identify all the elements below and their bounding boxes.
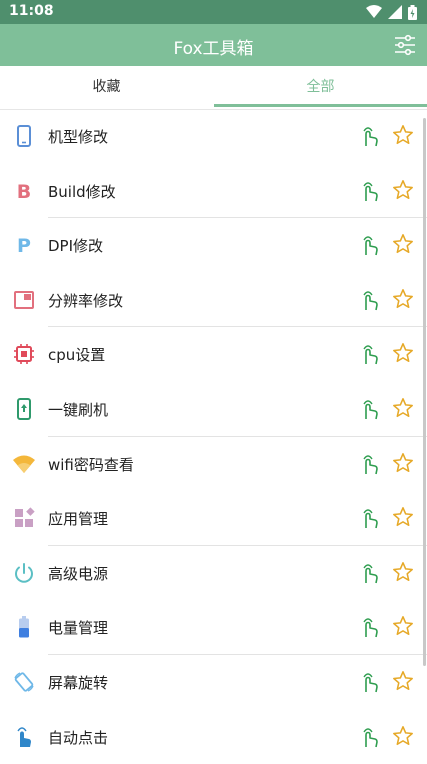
hand-tap-icon[interactable]: [359, 124, 381, 148]
status-icons: [366, 4, 417, 20]
star-icon[interactable]: [392, 670, 414, 692]
hand-tap-icon[interactable]: [359, 342, 381, 366]
list-item[interactable]: 屏幕旋转: [0, 655, 427, 710]
hand-tap-icon[interactable]: [359, 397, 381, 421]
letter-p-icon: P: [17, 235, 31, 257]
list-item[interactable]: 分辨率修改: [0, 273, 427, 328]
cell-signal-icon: [388, 5, 402, 19]
list-item[interactable]: 一键刷机: [0, 382, 427, 437]
star-icon[interactable]: [392, 452, 414, 474]
apps-icon: [15, 507, 35, 528]
letter-b-icon: B: [17, 181, 31, 203]
tab-all[interactable]: 全部: [214, 66, 427, 109]
auto-click-icon: [17, 726, 31, 747]
star-icon[interactable]: [392, 397, 414, 419]
battery-icon: [19, 616, 29, 638]
scrollbar[interactable]: [423, 118, 426, 666]
rotate-screen-icon: [14, 672, 34, 692]
hand-tap-icon[interactable]: [359, 233, 381, 257]
wifi-icon: [13, 455, 35, 473]
list-item-label: cpu设置: [48, 346, 106, 365]
hand-tap-icon[interactable]: [359, 670, 381, 694]
list-item[interactable]: 应用管理: [0, 491, 427, 546]
list-item-label: wifi密码查看: [48, 455, 134, 474]
list-item[interactable]: wifi密码查看: [0, 437, 427, 492]
svg-text:P: P: [17, 235, 31, 257]
battery-status-icon: [408, 4, 417, 20]
list-item-label: DPI修改: [48, 237, 104, 256]
tab-favorites[interactable]: 收藏: [0, 66, 213, 109]
hand-tap-icon[interactable]: [359, 615, 381, 639]
settings-sliders-icon[interactable]: [393, 33, 417, 57]
status-bar: 11:08: [0, 0, 427, 24]
wifi-signal-icon: [366, 5, 382, 18]
list-item-label: Build修改: [48, 182, 116, 201]
resolution-icon: [14, 290, 34, 309]
star-icon[interactable]: [392, 342, 414, 364]
hand-tap-icon[interactable]: [359, 452, 381, 476]
list-item[interactable]: cpu设置: [0, 327, 427, 382]
list-item[interactable]: 电量管理: [0, 600, 427, 655]
list-item[interactable]: 机型修改: [0, 109, 427, 164]
list-item[interactable]: 自动点击: [0, 710, 427, 764]
star-icon[interactable]: [392, 233, 414, 255]
power-icon: [15, 562, 33, 583]
hand-tap-icon[interactable]: [359, 288, 381, 312]
list-item-label: 自动点击: [48, 728, 109, 747]
hand-tap-icon[interactable]: [359, 561, 381, 585]
tab-indicator: [214, 104, 427, 107]
hand-tap-icon[interactable]: [359, 506, 381, 530]
list-item-label: 应用管理: [48, 510, 109, 529]
app-title: Fox工具箱: [173, 39, 254, 59]
hand-tap-icon[interactable]: [359, 179, 381, 203]
app-bar: Fox工具箱: [0, 24, 427, 66]
list-item[interactable]: 高级电源: [0, 546, 427, 601]
star-icon[interactable]: [392, 124, 414, 146]
svg-text:B: B: [17, 181, 31, 203]
list-item-label: 屏幕旋转: [48, 673, 109, 692]
status-time: 11:08: [9, 3, 54, 19]
list-item-label: 分辨率修改: [48, 291, 124, 310]
list-item-label: 一键刷机: [48, 400, 109, 419]
list-item[interactable]: B Build修改: [0, 164, 427, 219]
phone-icon: [17, 125, 31, 147]
list-item-label: 电量管理: [48, 619, 109, 638]
star-icon[interactable]: [392, 288, 414, 310]
list-item-label: 高级电源: [48, 564, 109, 583]
flash-phone-icon: [17, 397, 31, 420]
list-item[interactable]: P DPI修改: [0, 218, 427, 273]
hand-tap-icon[interactable]: [359, 725, 381, 749]
star-icon[interactable]: [392, 561, 414, 583]
star-icon[interactable]: [392, 506, 414, 528]
tool-list: 机型修改 B Build修改 P DPI修改 分辨率修改 cpu设置 一键刷机: [0, 109, 427, 764]
star-icon[interactable]: [392, 725, 414, 747]
list-item-label: 机型修改: [48, 128, 109, 146]
star-icon[interactable]: [392, 615, 414, 637]
cpu-chip-icon: [14, 344, 34, 365]
star-icon[interactable]: [392, 179, 414, 201]
